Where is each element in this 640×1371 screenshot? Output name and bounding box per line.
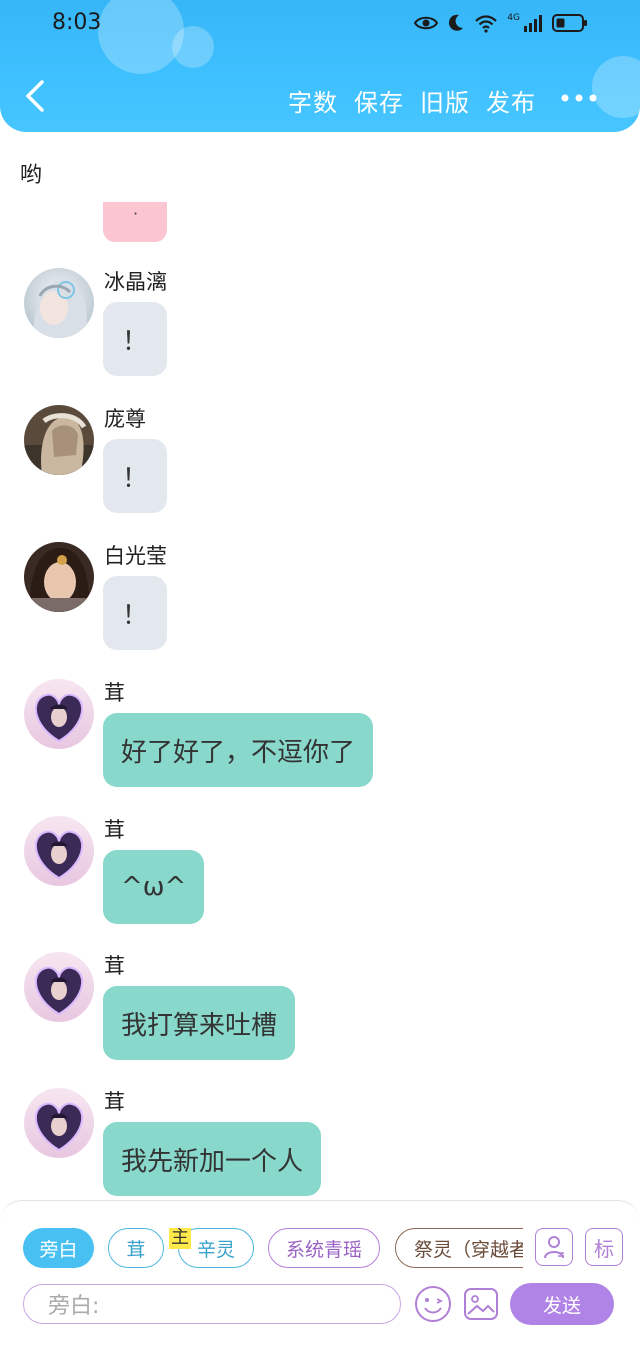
tag-button[interactable]: 标 [585, 1228, 623, 1266]
decorative-bubble [98, 0, 184, 74]
sender-name: 茸 [104, 818, 125, 842]
top-app-bar: 8:03 4G 字数 保存 旧版 发布 [0, 0, 640, 132]
message-text: ！ [121, 326, 148, 357]
message-text: 我打算来吐槽 [121, 1010, 278, 1041]
avatar-pangzun[interactable] [24, 405, 94, 475]
character-icon[interactable] [535, 1228, 573, 1266]
word-count-button[interactable]: 字数 [288, 83, 338, 118]
tag-label: 标 [594, 1236, 614, 1261]
input-placeholder: 旁白: [48, 1294, 100, 1319]
wifi-icon [475, 15, 498, 33]
role-label: 系统青瑶 [285, 1238, 362, 1261]
send-label: 发送 [542, 1294, 581, 1317]
message-bubble-partial[interactable]: · [103, 202, 167, 242]
chat-message: 茸 我先新加一个人 [0, 1086, 640, 1200]
status-time: 8:03 [52, 10, 102, 35]
narration-text: 哟 [20, 163, 43, 188]
chat-message: 冰晶漓 ！ [0, 266, 640, 402]
sender-name: 茸 [104, 954, 125, 978]
chat-message: 庞尊 ！ [0, 403, 640, 539]
role-chip-xinling[interactable]: 主 辛灵 [169, 1228, 254, 1268]
message-input[interactable]: 旁白: [23, 1284, 401, 1324]
message-bubble[interactable]: ！ [103, 576, 167, 650]
main-role-tag: 主 [169, 1228, 191, 1249]
save-button[interactable]: 保存 [354, 83, 404, 118]
message-text: 我先新加一个人 [121, 1146, 304, 1177]
message-text: ^ω^ [121, 872, 187, 902]
chat-message: 白光莹 ！ [0, 540, 640, 676]
message-bubble[interactable]: 我打算来吐槽 [103, 986, 296, 1060]
message-bubble[interactable]: ！ [103, 302, 167, 376]
sender-name: 茸 [104, 1090, 125, 1114]
message-bubble[interactable]: 好了好了，不逗你了 [103, 713, 374, 787]
role-chip-narration[interactable]: 旁白 [23, 1228, 94, 1268]
moon-icon [449, 14, 464, 31]
signal-icon [524, 15, 542, 32]
old-version-button[interactable]: 旧版 [420, 83, 470, 118]
message-text: ！ [121, 600, 148, 631]
send-button[interactable]: 发送 [510, 1283, 614, 1325]
role-label: 辛灵 [196, 1238, 235, 1261]
chat-area[interactable]: 哟 · 冰晶漓 ！ 庞尊 ！ 白光莹 ！ 茸 好了好了，不逗你了 茸 ^ω^ 茸… [0, 132, 640, 1200]
role-chip-jiling[interactable]: 祭灵（穿越者） [395, 1228, 523, 1268]
avatar-baiguangying[interactable] [24, 542, 94, 612]
avatar-rong[interactable] [24, 952, 94, 1022]
avatar-rong[interactable] [24, 679, 94, 749]
chat-message: 茸 ^ω^ [0, 814, 640, 950]
emoji-icon[interactable] [413, 1284, 453, 1324]
message-text: ！ [121, 463, 148, 494]
role-chip-rong[interactable]: 茸 [108, 1228, 164, 1268]
chat-message: 茸 我打算来吐槽 [0, 950, 640, 1086]
avatar-rong[interactable] [24, 1088, 94, 1158]
avatar-rong[interactable] [24, 816, 94, 886]
role-selector: 旁白 茸 主 辛灵 系统青瑶 祭灵（穿越者） [23, 1228, 523, 1270]
role-label: 祭灵（穿越者） [414, 1238, 523, 1261]
sender-name: 冰晶漓 [104, 270, 167, 294]
message-text: · [133, 204, 139, 223]
role-label: 茸 [126, 1238, 146, 1261]
message-bubble[interactable]: ！ [103, 439, 167, 513]
publish-button[interactable]: 发布 [486, 83, 536, 118]
decorative-bubble [172, 26, 214, 68]
network-label: 4G [507, 13, 520, 23]
role-chip-xitongqingyao[interactable]: 系统青瑶 [268, 1228, 380, 1268]
eye-icon [414, 16, 439, 30]
message-bubble[interactable]: ^ω^ [103, 850, 205, 924]
role-label: 旁白 [39, 1238, 78, 1261]
message-bubble[interactable]: 我先新加一个人 [103, 1122, 322, 1196]
avatar-bingjingli[interactable] [24, 268, 94, 338]
image-icon[interactable] [462, 1284, 500, 1324]
compose-panel: 旁白 茸 主 辛灵 系统青瑶 祭灵（穿越者） 标 旁白: 发送 [0, 1200, 640, 1371]
more-options-icon[interactable] [558, 83, 600, 113]
sender-name: 茸 [104, 681, 125, 705]
battery-icon [552, 14, 587, 32]
status-icons: 4G [414, 9, 588, 37]
header-actions: 字数 保存 旧版 发布 [288, 83, 536, 118]
back-arrow-icon[interactable] [18, 74, 54, 118]
sender-name: 白光莹 [104, 544, 167, 568]
message-text: 好了好了，不逗你了 [121, 737, 356, 768]
sender-name: 庞尊 [104, 407, 146, 431]
chat-message: 茸 好了好了，不逗你了 [0, 677, 640, 813]
